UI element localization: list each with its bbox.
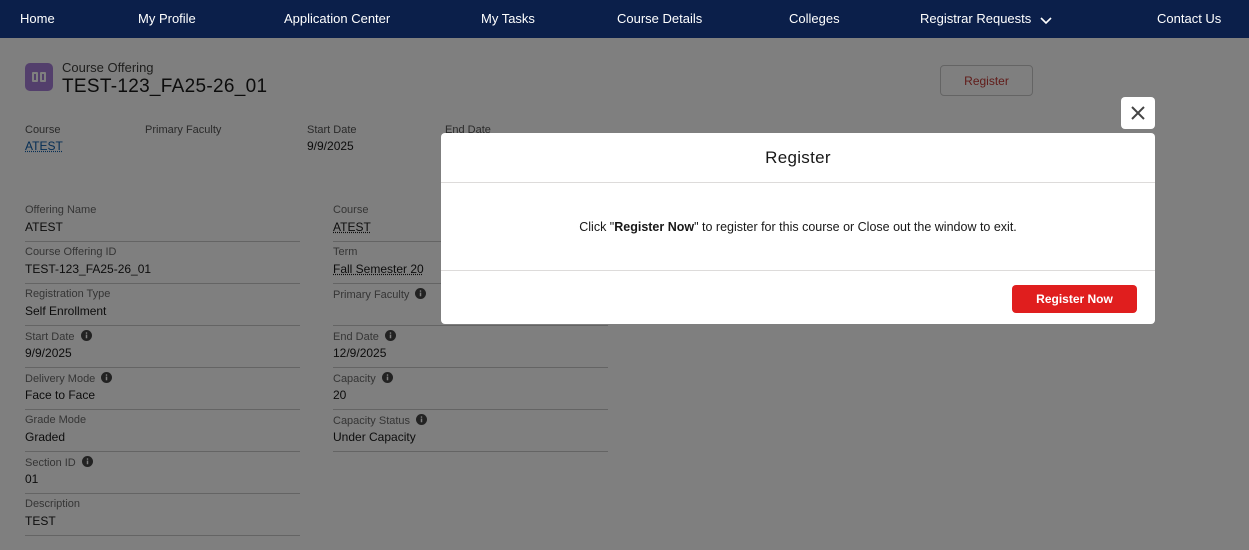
modal-body: Click "Register Now" to register for thi… [441, 183, 1155, 271]
top-nav: Home My Profile Application Center My Ta… [0, 0, 1249, 38]
modal-message-suffix: " to register for this course or Close o… [694, 219, 1017, 234]
nav-registrar-requests[interactable]: Registrar Requests [920, 0, 1053, 38]
close-icon [1131, 106, 1145, 120]
register-now-button[interactable]: Register Now [1012, 285, 1137, 313]
chevron-down-icon [1040, 16, 1052, 24]
nav-contact-us[interactable]: Contact Us [1157, 0, 1221, 38]
nav-application-center[interactable]: Application Center [284, 0, 390, 38]
nav-home[interactable]: Home [20, 0, 55, 38]
modal-message-bold: Register Now [614, 219, 695, 234]
modal-message: Click "Register Now" to register for thi… [579, 220, 1017, 234]
modal-message-prefix: Click " [579, 219, 615, 234]
modal-close-button[interactable] [1121, 97, 1155, 129]
modal-title: Register [441, 133, 1155, 183]
nav-my-tasks[interactable]: My Tasks [481, 0, 535, 38]
nav-registrar-requests-label: Registrar Requests [920, 11, 1032, 26]
nav-colleges[interactable]: Colleges [789, 0, 840, 38]
register-modal: Register Click "Register Now" to registe… [441, 133, 1155, 324]
nav-my-profile[interactable]: My Profile [138, 0, 196, 38]
nav-course-details[interactable]: Course Details [617, 0, 702, 38]
modal-footer: Register Now [441, 271, 1155, 324]
